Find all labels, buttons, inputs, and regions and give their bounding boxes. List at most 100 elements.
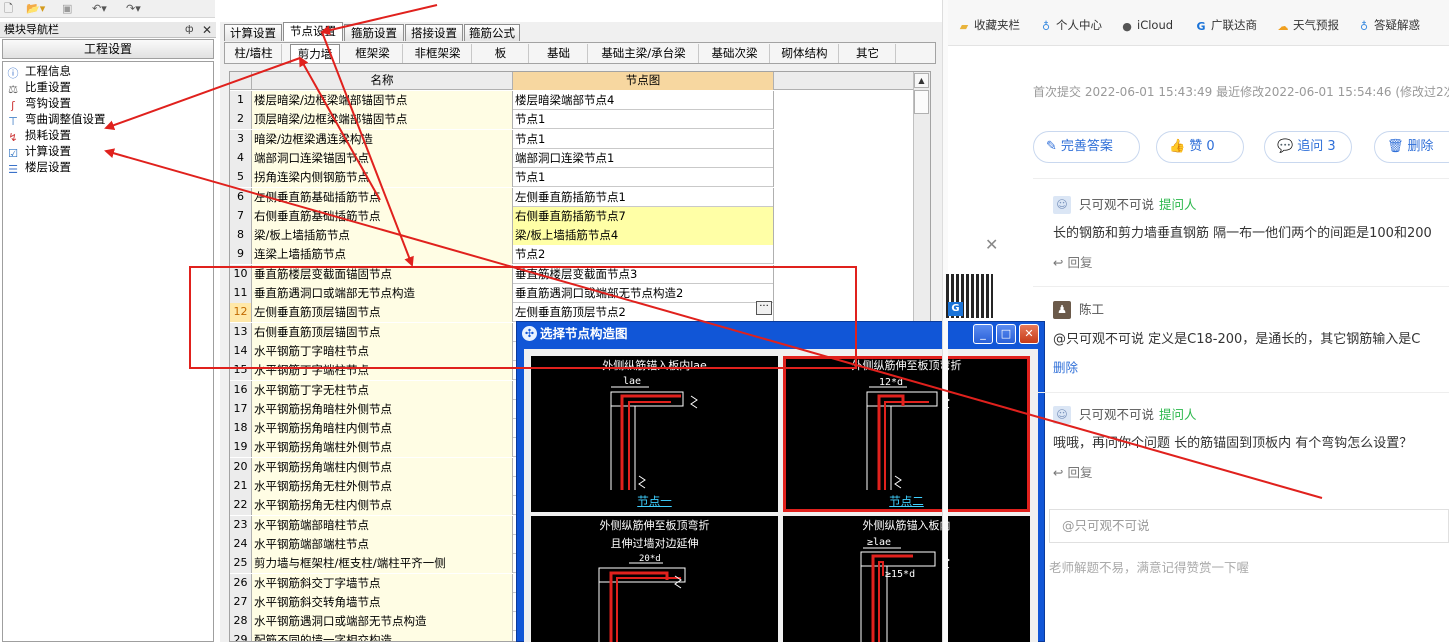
follow-up-button[interactable]: 💬 追问 3	[1264, 131, 1352, 163]
row-name-cell: 右侧垂直筋顶层锚固节点	[252, 322, 513, 342]
new-file-icon[interactable]: 🗋	[4, 1, 13, 16]
node-diagram-4: ≥lae ≥15*d	[860, 537, 950, 642]
table-row[interactable]: 8 梁/板上墙插筋节点 梁/板上墙插筋节点4	[230, 226, 774, 246]
subtab-foundation-secondary-beam[interactable]: 基础次梁	[700, 44, 770, 63]
nav-item-hook[interactable]: ʃ 弯钩设置	[6, 95, 71, 112]
scroll-up-icon[interactable]: ▲	[914, 73, 929, 88]
row-node-cell[interactable]: 端部洞口连梁节点1	[513, 148, 774, 168]
tab-stirrup-formula[interactable]: 箍筋公式	[464, 24, 520, 41]
table-row[interactable]: 11 垂直筋遇洞口或端部无节点构造 垂直筋遇洞口或端部无节点构造2	[230, 284, 774, 303]
weather-icon: ☁	[1277, 20, 1289, 33]
reply-icon: ↩	[1053, 465, 1068, 480]
nav-item-loss[interactable]: ↯ 损耗设置	[6, 127, 71, 144]
tab-node-settings[interactable]: 节点设置	[283, 22, 343, 41]
table-row[interactable]: 3 暗梁/边框梁遇连梁构造 节点1	[230, 129, 774, 149]
asker-tag: 提问人	[1159, 197, 1197, 212]
node-option-2[interactable]: 外侧纵筋伸至板顶弯折 12*d 节点二	[783, 356, 1030, 512]
row-name-cell: 左侧垂直筋顶层锚固节点	[252, 303, 513, 323]
improve-answer-button[interactable]: ✎ 完善答案	[1033, 131, 1140, 163]
tab-calc-settings[interactable]: 计算设置	[224, 24, 282, 41]
tab-lap-settings[interactable]: 搭接设置	[405, 24, 463, 41]
nav-item-bend[interactable]: ⊤ 弯曲调整值设置	[6, 111, 106, 128]
row-node-cell[interactable]: 左侧垂直筋插筋节点1	[513, 187, 774, 207]
row-node-cell[interactable]: 垂直筋遇洞口或端部无节点构造2	[513, 284, 774, 303]
tab-stirrup-settings[interactable]: 箍筋设置	[344, 24, 404, 41]
node-diagram-1: lae	[610, 376, 698, 490]
table-row[interactable]: 7 右侧垂直筋基础插筋节点 右侧垂直筋插筋节点7	[230, 206, 774, 226]
delete-button[interactable]: 🗑 删除	[1374, 131, 1449, 163]
nav-item-label: 楼层设置	[25, 160, 71, 174]
comment-input-placeholder: @只可观不可说	[1062, 518, 1150, 533]
subtab-foundation[interactable]: 基础	[530, 44, 588, 63]
table-row[interactable]: 12 左侧垂直筋顶层锚固节点 左侧垂直筋顶层节点2	[230, 303, 774, 323]
undo-icon[interactable]: ↶▾	[92, 1, 107, 16]
nav-item-project-info[interactable]: ⓘ 工程信息	[6, 63, 72, 80]
comment-user[interactable]: 陈工	[1079, 302, 1104, 318]
nav-item-floor[interactable]: ☰ 楼层设置	[6, 159, 71, 176]
table-row[interactable]: 9 连梁上墙插筋节点 节点2	[230, 245, 774, 265]
subtab-masonry[interactable]: 砌体结构	[771, 44, 839, 63]
nav-item-calc[interactable]: ☑ 计算设置	[6, 143, 71, 160]
maximize-button[interactable]: □	[996, 324, 1016, 344]
row-name-cell: 端部洞口连梁锚固节点	[252, 148, 513, 168]
comment-user[interactable]: 只可观不可说	[1079, 407, 1154, 423]
table-row[interactable]: 4 端部洞口连梁锚固节点 端部洞口连梁节点1	[230, 148, 774, 168]
subtab-shear-wall[interactable]: 剪力墙	[290, 44, 340, 63]
row-node-cell[interactable]: 梁/板上墙插筋节点4	[513, 226, 774, 246]
row-number: 7	[230, 206, 252, 226]
table-row[interactable]: 1 楼层暗梁/边框梁端部锚固节点 楼层暗梁端部节点4	[230, 91, 774, 110]
table-row[interactable]: 2 顶层暗梁/边框梁端部锚固节点 节点1	[230, 110, 774, 130]
bookmark-personal-center[interactable]: ♁ 个人中心	[1040, 17, 1102, 33]
subtab-foundation-main-beam[interactable]: 基础主梁/承台梁	[589, 44, 699, 63]
nav-item-label: 弯曲调整值设置	[25, 112, 106, 126]
node-picker-ellipsis-button[interactable]: ···	[756, 301, 772, 315]
bookmark-weather[interactable]: ☁ 天气预报	[1277, 17, 1340, 33]
subtab-non-frame-beam[interactable]: 非框架梁	[404, 44, 472, 63]
row-node-cell[interactable]: 节点1	[513, 168, 774, 188]
close-icon[interactable]: ✕	[985, 237, 998, 253]
dialog-close-button[interactable]: ✕	[1019, 324, 1039, 344]
open-folder-icon[interactable]: 📂▾	[26, 1, 45, 16]
table-row[interactable]: 6 左侧垂直筋基础插筋节点 左侧垂直筋插筋节点1	[230, 187, 774, 207]
row-node-cell[interactable]: 节点2	[513, 245, 774, 265]
table-row[interactable]: 10 垂直筋楼层变截面锚固节点 垂直筋楼层变截面节点3	[230, 264, 774, 284]
reply-link[interactable]: ↩ 回复	[1053, 255, 1092, 271]
subtab-column-wall-column[interactable]: 柱/墙柱	[226, 44, 282, 63]
header-node: 节点图	[513, 72, 774, 90]
save-icon[interactable]: ▣	[62, 1, 72, 16]
bookmark-label: 天气预报	[1293, 18, 1339, 32]
redo-icon[interactable]: ↷▾	[126, 1, 141, 16]
row-number: 8	[230, 226, 252, 246]
nav-item-weight[interactable]: ⚖ 比重设置	[6, 79, 71, 96]
header-row-number	[230, 72, 252, 90]
row-node-cell[interactable]: 左侧垂直筋顶层节点2	[513, 303, 774, 323]
avatar: ☺	[1053, 196, 1071, 214]
table-row[interactable]: 5 拐角连梁内侧钢筋节点 节点1	[230, 168, 774, 188]
subtab-other[interactable]: 其它	[840, 44, 896, 63]
row-name-cell: 顶层暗梁/边框梁端部锚固节点	[252, 110, 513, 130]
reply-link[interactable]: ↩ 回复	[1053, 465, 1092, 481]
bookmark-favorites[interactable]: ▰ 收藏夹栏	[958, 17, 1020, 33]
nav-close-icon[interactable]: ✕	[202, 22, 212, 38]
subtab-slab[interactable]: 板	[473, 44, 529, 63]
project-settings-button[interactable]: 工程设置	[2, 39, 214, 59]
scroll-thumb[interactable]	[914, 90, 929, 114]
bookmark-glodon[interactable]: G 广联达商	[1195, 17, 1257, 33]
divider	[1033, 392, 1449, 393]
minimize-button[interactable]: _	[973, 324, 993, 344]
bookmark-qa[interactable]: ♁ 答疑解惑	[1358, 17, 1420, 33]
like-button[interactable]: 👍 赞 0	[1156, 131, 1244, 163]
subtab-frame-beam[interactable]: 框架梁	[343, 44, 403, 63]
node-option-3[interactable]: 外侧纵筋伸至板顶弯折 且伸过墙对边延伸 20*d	[531, 516, 778, 642]
row-node-cell[interactable]: 右侧垂直筋插筋节点7	[513, 206, 774, 226]
comment-user[interactable]: 只可观不可说	[1079, 197, 1154, 213]
pin-icon[interactable]: ф	[185, 22, 194, 38]
row-node-cell[interactable]: 节点1	[513, 129, 774, 149]
bookmark-icloud[interactable]: ● iCloud	[1121, 17, 1173, 33]
node-option-4[interactable]: 外侧纵筋锚入板内 ≥lae ≥15*d	[783, 516, 1030, 642]
row-node-cell[interactable]: 节点1	[513, 110, 774, 130]
node-option-1[interactable]: 外侧纵筋锚入板内lae lae 节点一	[531, 356, 778, 512]
row-node-cell[interactable]: 楼层暗梁端部节点4	[513, 91, 774, 110]
row-node-cell[interactable]: 垂直筋楼层变截面节点3	[513, 264, 774, 284]
delete-comment-link[interactable]: 删除	[1053, 360, 1078, 376]
